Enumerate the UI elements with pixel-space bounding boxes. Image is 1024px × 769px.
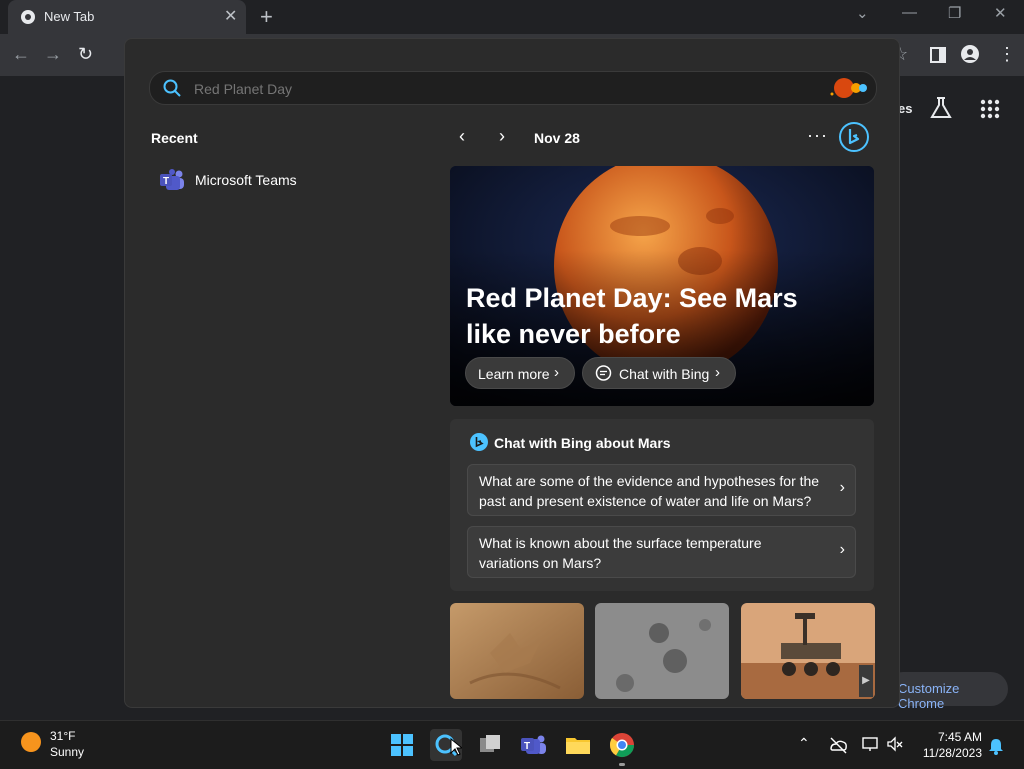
sun-icon[interactable] [20, 731, 42, 753]
new-tab-button[interactable]: + [260, 4, 273, 30]
chrome-icon [21, 10, 35, 24]
shortcut-label-partial[interactable]: es [898, 101, 912, 116]
question-text: What is known about the surface temperat… [479, 535, 762, 571]
previous-day-button[interactable]: ‹ [459, 126, 465, 147]
thumbnail-mars-rover[interactable] [741, 603, 875, 699]
svg-text:T: T [524, 741, 530, 752]
hero-title: Red Planet Day: See Mars like never befo… [466, 283, 798, 349]
tab-title: New Tab [44, 9, 95, 24]
tab-strip: New Tab ✕ + ⌄ — ❐ ✕ [0, 0, 1024, 34]
next-day-button[interactable]: › [499, 126, 505, 147]
task-view-icon[interactable] [474, 729, 506, 761]
teams-icon: T [160, 169, 184, 190]
tab-search-icon[interactable]: ⌄ [856, 4, 869, 22]
chat-with-bing-button[interactable]: Chat with Bing › [582, 357, 736, 389]
minimize-button[interactable]: — [902, 4, 917, 21]
hero-card[interactable]: Red Planet Day: See Mars like never befo… [450, 166, 874, 406]
reload-button[interactable]: ↻ [78, 44, 93, 65]
weather-temp[interactable]: 31°F [50, 729, 75, 743]
cydonia-image [595, 603, 729, 699]
recent-item-label: Microsoft Teams [195, 172, 297, 188]
profile-icon[interactable] [961, 45, 979, 63]
apps-grid-icon[interactable] [980, 99, 1000, 119]
recent-item-microsoft-teams[interactable]: T Microsoft Teams [149, 164, 379, 196]
thumbnail-mars-surface[interactable] [450, 603, 584, 699]
search-flyout: Recent T Microsoft Teams ‹ › Nov 28 ··· [124, 38, 900, 708]
bing-chat-button[interactable] [838, 121, 870, 153]
svg-text:T: T [163, 176, 169, 187]
forward-button[interactable]: → [44, 44, 62, 65]
notification-bell-icon[interactable] [988, 737, 1004, 755]
suggested-question-2[interactable]: What is known about the surface temperat… [467, 526, 856, 578]
search-box[interactable] [149, 71, 877, 105]
chevron-right-icon: › [839, 541, 845, 558]
customize-chrome-button[interactable]: Customize Chrome [886, 672, 1008, 711]
date-label: Nov 28 [534, 130, 580, 146]
recent-heading: Recent [151, 130, 198, 146]
clock-time[interactable]: 7:45 AM [914, 730, 982, 744]
mars-rover-image [741, 603, 875, 699]
chat-bubble-icon [595, 365, 612, 381]
back-button[interactable]: ← [12, 44, 30, 65]
chat-card-heading: Chat with Bing about Mars [494, 435, 671, 451]
question-text: What are some of the evidence and hypoth… [479, 473, 820, 509]
menu-icon[interactable]: ⋮ [998, 44, 1016, 65]
customize-label: Customize Chrome [898, 681, 960, 711]
learn-more-label: Learn more [478, 366, 550, 382]
tab-new-tab[interactable]: New Tab ✕ [8, 0, 246, 34]
thumbnail-mars-face[interactable] [595, 603, 729, 699]
start-button[interactable] [386, 729, 418, 761]
restore-button[interactable]: ❐ [948, 4, 961, 22]
chat-bing-card: Chat with Bing about Mars What are some … [450, 419, 874, 591]
mars-surface-image [450, 603, 584, 699]
side-panel-icon[interactable] [930, 47, 946, 63]
chrome-taskbar-icon[interactable] [606, 729, 638, 761]
close-window-button[interactable]: ✕ [994, 4, 1007, 22]
mars-highlight-icon[interactable] [826, 76, 872, 100]
volume-muted-icon[interactable] [886, 735, 904, 753]
mouse-cursor-icon [450, 738, 462, 756]
chevron-right-icon: › [554, 364, 559, 381]
search-input[interactable] [192, 76, 796, 102]
search-icon [163, 79, 181, 97]
chevron-right-icon: › [715, 364, 720, 381]
weather-condition[interactable]: Sunny [50, 745, 84, 759]
bing-icon [470, 433, 488, 451]
chevron-up-icon[interactable]: ⌃ [798, 735, 810, 752]
tab-close-icon[interactable]: ✕ [224, 6, 237, 26]
file-explorer-icon[interactable] [562, 729, 594, 761]
more-options-button[interactable]: ··· [807, 125, 828, 146]
clock-date[interactable]: 11/28/2023 [914, 746, 982, 760]
learn-more-button[interactable]: Learn more › [465, 357, 575, 389]
taskbar: 31°F Sunny T ⌃ 7:45 AM 11/28/2023 [0, 720, 1024, 769]
carousel-next-button[interactable]: ▶ [859, 665, 873, 697]
running-indicator [619, 763, 625, 766]
onedrive-off-icon[interactable] [828, 735, 848, 755]
suggested-question-1[interactable]: What are some of the evidence and hypoth… [467, 464, 856, 516]
chevron-right-icon: › [839, 479, 845, 496]
teams-taskbar-icon[interactable]: T [518, 729, 550, 761]
labs-icon[interactable] [930, 96, 952, 120]
chat-with-bing-label: Chat with Bing [619, 366, 710, 382]
network-icon[interactable] [861, 735, 879, 753]
